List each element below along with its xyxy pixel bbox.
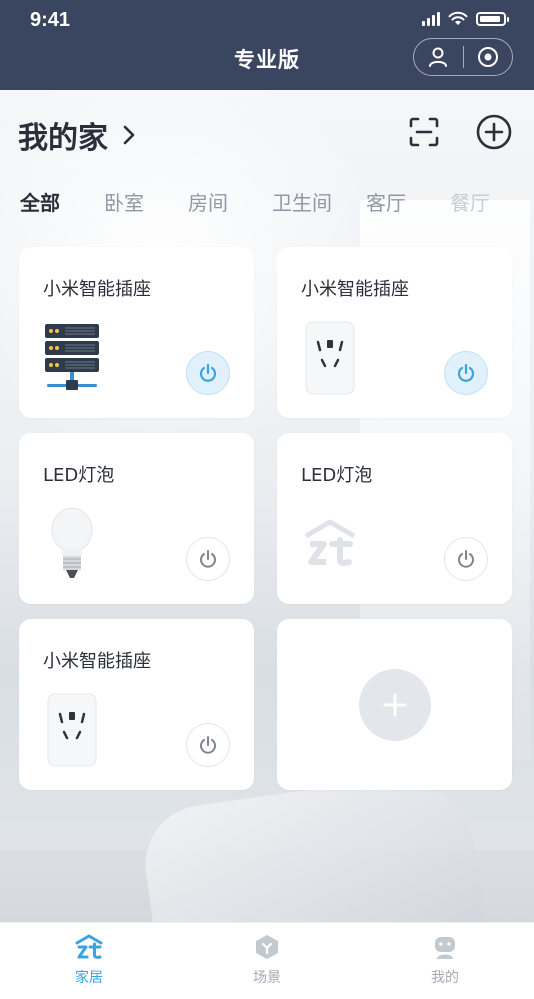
add-device-button[interactable] bbox=[476, 114, 512, 150]
top-actions bbox=[406, 114, 512, 150]
light-bulb-icon bbox=[41, 503, 103, 585]
capsule-user-button[interactable] bbox=[414, 39, 463, 75]
scan-icon bbox=[409, 117, 439, 147]
tab-room[interactable]: 房间 bbox=[188, 187, 228, 216]
tab-all[interactable]: 全部 bbox=[20, 187, 60, 216]
profile-icon bbox=[435, 937, 455, 959]
background-pillow bbox=[137, 768, 493, 922]
device-card[interactable]: LED灯泡 bbox=[277, 433, 512, 604]
capsule-close-button[interactable] bbox=[464, 39, 513, 75]
device-card[interactable]: 小米智能插座 bbox=[19, 619, 254, 790]
home-logo-icon bbox=[75, 934, 103, 959]
device-name: 小米智能插座 bbox=[301, 279, 409, 300]
power-button[interactable] bbox=[186, 351, 230, 395]
tab-bedroom[interactable]: 卧室 bbox=[104, 187, 144, 216]
tabbar-label: 场景 bbox=[253, 970, 281, 986]
mini-program-capsule bbox=[413, 38, 513, 76]
smart-plug-icon bbox=[299, 317, 361, 399]
device-name: 小米智能插座 bbox=[43, 651, 151, 672]
battery-icon bbox=[476, 11, 509, 26]
power-button[interactable] bbox=[444, 537, 488, 581]
room-tabs: 全部 卧室 房间 卫生间 客厅 餐厅 bbox=[20, 187, 534, 216]
device-card[interactable]: 小米智能插座 bbox=[19, 247, 254, 418]
target-icon bbox=[477, 47, 498, 67]
bottom-tab-bar: 家居 场景 我的 bbox=[0, 922, 534, 999]
tabbar-item-scene[interactable]: 场景 bbox=[178, 923, 356, 999]
device-name: LED灯泡 bbox=[43, 465, 115, 486]
add-device-card[interactable] bbox=[277, 619, 512, 790]
status-time: 9:41 bbox=[30, 9, 71, 31]
power-icon bbox=[458, 550, 474, 568]
power-button[interactable] bbox=[186, 723, 230, 767]
scene-icon bbox=[256, 935, 278, 959]
device-card[interactable]: LED灯泡 bbox=[19, 433, 254, 604]
device-name: LED灯泡 bbox=[301, 465, 373, 486]
power-button[interactable] bbox=[444, 351, 488, 395]
power-icon bbox=[199, 363, 217, 382]
tabbar-item-profile[interactable]: 我的 bbox=[356, 923, 534, 999]
add-circle bbox=[358, 668, 431, 741]
tab-dining-room[interactable]: 餐厅 bbox=[450, 187, 490, 216]
power-icon bbox=[457, 363, 475, 382]
server-rack-icon bbox=[41, 317, 103, 399]
tabbar-label: 我的 bbox=[431, 970, 459, 986]
home-selector[interactable]: 我的家 bbox=[18, 113, 136, 157]
status-icons bbox=[422, 11, 509, 26]
scan-button[interactable] bbox=[406, 114, 442, 150]
user-icon bbox=[429, 47, 448, 67]
wifi-icon bbox=[448, 11, 468, 25]
signal-icon bbox=[422, 11, 440, 26]
device-name: 小米智能插座 bbox=[43, 279, 151, 300]
smart-plug-icon bbox=[41, 689, 103, 771]
chevron-right-icon bbox=[123, 125, 135, 145]
power-icon bbox=[200, 550, 216, 568]
header: 9:41 专业版 bbox=[0, 0, 534, 90]
device-card[interactable]: 小米智能插座 bbox=[277, 247, 512, 418]
tab-bathroom[interactable]: 卫生间 bbox=[272, 187, 332, 216]
power-button[interactable] bbox=[186, 537, 230, 581]
placeholder-logo-icon bbox=[299, 503, 361, 585]
home-title: 我的家 bbox=[18, 121, 108, 156]
plus-icon bbox=[383, 693, 406, 716]
plus-circle-icon bbox=[476, 114, 512, 150]
tab-living-room[interactable]: 客厅 bbox=[366, 187, 406, 216]
power-icon bbox=[200, 736, 216, 754]
tabbar-item-home[interactable]: 家居 bbox=[0, 923, 178, 999]
tabbar-label: 家居 bbox=[75, 970, 103, 986]
